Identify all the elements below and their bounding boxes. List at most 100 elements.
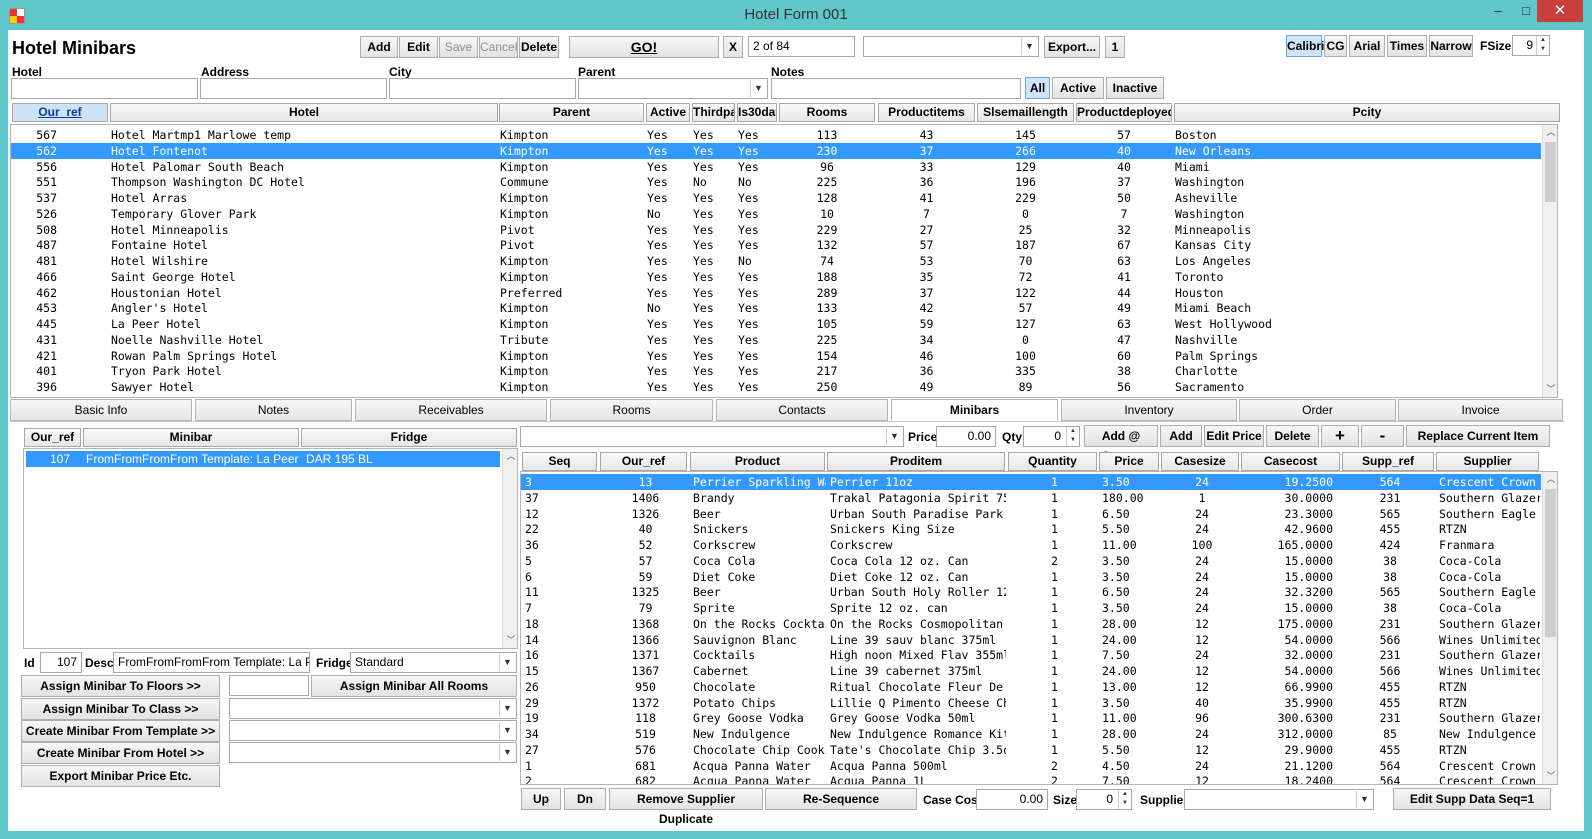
table-row[interactable]: 18 1368 On the Rocks Cocktails On the Rocks… (521, 616, 1541, 632)
table-row[interactable]: 453 Angler's Hotel Kimpton No Yes Yes 133 42 57 4… (11, 300, 1541, 316)
size-stepper[interactable]: 0 ▲ ▼ (1076, 789, 1132, 810)
move-up-button[interactable]: Up (521, 788, 561, 810)
clear-x-button[interactable]: X (723, 36, 743, 58)
item-col-our-ref[interactable]: Our_ref (600, 452, 687, 471)
city-filter-input[interactable] (389, 78, 576, 99)
tab-rooms[interactable]: Rooms (550, 399, 713, 421)
edit-button[interactable]: Edit (399, 36, 438, 58)
table-row[interactable]: 19 118 Grey Goose Vodka Grey Goose Vodka 50… (521, 710, 1541, 726)
font-narrow-button[interactable]: Narrow (1429, 35, 1473, 57)
close-button[interactable]: ✕ (1537, 0, 1583, 22)
table-row[interactable]: 36 52 Corkscrew Corkscrew 1 11.00 100 165.0000 4… (521, 537, 1541, 553)
tab-invoice[interactable]: Invoice (1398, 399, 1563, 421)
table-row[interactable]: 37 1406 Brandy Trakal Patagonia Spirit 750m… (521, 490, 1541, 506)
fridge-select[interactable]: Standard ▼ (350, 652, 517, 673)
notes-filter-input[interactable] (771, 78, 1021, 99)
table-row[interactable]: 445 La Peer Hotel Kimpton Yes Yes Yes 105 59 127… (11, 316, 1541, 332)
assign-floors-input[interactable] (229, 675, 309, 696)
spin-arrows-icon[interactable]: ▲ ▼ (1118, 790, 1131, 809)
minibar-col-our-ref[interactable]: Our_ref (24, 428, 81, 447)
table-row[interactable]: 537 Hotel Arras Kimpton Yes Yes Yes 128 41 229 50… (11, 190, 1541, 206)
table-row[interactable]: 396 Sawyer Hotel Kimpton Yes Yes Yes 250 49 89 56… (11, 379, 1541, 395)
tab-inventory[interactable]: Inventory (1061, 399, 1237, 421)
desc-field[interactable]: FromFromFromFrom Template: La Pe (113, 652, 310, 673)
table-row[interactable]: 11 1325 Beer Urban South Holy Roller 12oz c… (521, 584, 1541, 600)
minus-button[interactable]: - (1361, 425, 1404, 447)
minibar-col-fridge[interactable]: Fridge (301, 428, 517, 447)
remove-supplier-duplicate-button[interactable]: Remove Supplier Duplicate (609, 788, 763, 826)
table-row[interactable]: 7 79 Sprite Sprite 12 oz. can 1 3.50 24 15.0000… (521, 600, 1541, 616)
item-col-price[interactable]: Price (1099, 452, 1159, 471)
table-row[interactable]: 12 1326 Beer Urban South Paradise Park 12 o… (521, 506, 1541, 522)
export-format-select[interactable]: ▼ (863, 36, 1039, 57)
filter-all-button[interactable]: All (1025, 77, 1050, 99)
go-button[interactable]: GO! (569, 36, 719, 58)
tab-contacts[interactable]: Contacts (716, 399, 888, 421)
table-row[interactable]: 487 Fontaine Hotel Pivot Yes Yes Yes 132 57 187 6… (11, 237, 1541, 253)
hotel-source-select[interactable]: ▼ (229, 742, 517, 763)
create-from-template-button[interactable]: Create Minibar From Template >> (21, 720, 220, 742)
case-cost-field[interactable]: 0.00 (976, 789, 1048, 810)
fsize-stepper[interactable]: 9 ▲ ▼ (1512, 35, 1550, 56)
scroll-up-icon[interactable]: ︿ (1543, 125, 1557, 140)
item-col-supp-ref[interactable]: Supp_ref (1342, 452, 1434, 471)
table-row[interactable]: 16 1371 Cocktails High noon Mixed Flav 355m… (521, 647, 1541, 663)
table-row[interactable]: 5 57 Coca Cola Coca Cola 12 oz. Can 2 3.50 24 1… (521, 553, 1541, 569)
item-col-casecost[interactable]: Casecost (1241, 452, 1340, 471)
table-row[interactable]: 1 681 Acqua Panna Water Acqua Panna 500ml 2 4… (521, 758, 1541, 774)
hotel-col-is30day[interactable]: Is30day (737, 103, 777, 122)
minibars-scrollbar[interactable]: ︿ ﹀ (502, 449, 517, 648)
font-calibri-button[interactable]: Calibri (1286, 35, 1324, 57)
table-row[interactable]: 401 Tryon Park Hotel Kimpton Yes Yes Yes 217 36… (11, 363, 1541, 379)
hotel-col-parent[interactable]: Parent (499, 103, 644, 122)
tab-order[interactable]: Order (1239, 399, 1396, 421)
table-row[interactable]: 6 59 Diet Coke Diet Coke 12 oz. Can 1 3.50 24 1… (521, 569, 1541, 585)
table-row[interactable]: 567 Hotel Martmp1 Marlowe temp Kimpton Yes Y… (11, 127, 1541, 143)
table-row[interactable]: 22 40 Snickers Snickers King Size 1 5.50 24 42.… (521, 521, 1541, 537)
hotel-col-rooms[interactable]: Rooms (779, 103, 875, 122)
hotel-col-thirdpar[interactable]: Thirdpar (692, 103, 735, 122)
replace-item-button[interactable]: Replace Current Item (1406, 425, 1550, 447)
assign-class-select[interactable]: ▼ (229, 698, 517, 719)
font-times-button[interactable]: Times (1387, 35, 1427, 57)
add-item-button[interactable]: Add (1160, 425, 1202, 447)
table-row[interactable]: 107 FromFromFromFrom Template: La Peer M D… (26, 451, 500, 467)
item-col-seq[interactable]: Seq (522, 452, 597, 471)
table-row[interactable]: 562 Hotel Fontenot Kimpton Yes Yes Yes 230 37 26… (11, 142, 1541, 159)
spin-arrows-icon[interactable]: ▲ ▼ (1536, 36, 1549, 55)
assign-all-rooms-button[interactable]: Assign Minibar All Rooms (311, 675, 517, 697)
assign-class-button[interactable]: Assign Minibar To Class >> (21, 698, 220, 720)
hotels-grid[interactable]: 567 Hotel Martmp1 Marlowe temp Kimpton Yes Y… (10, 124, 1558, 398)
table-row[interactable]: 27 576 Chocolate Chip Cookies Tate's Chocol… (521, 742, 1541, 758)
filter-active-button[interactable]: Active (1052, 77, 1104, 99)
table-row[interactable]: 526 Temporary Glover Park Kimpton No Yes Yes 1… (11, 206, 1541, 222)
tab-notes[interactable]: Notes (195, 399, 352, 421)
table-row[interactable]: 15 1367 Cabernet Line 39 cabernet 375ml 1 24.… (521, 663, 1541, 679)
table-row[interactable]: 551 Thompson Washington DC Hotel Commune Ye… (11, 174, 1541, 190)
item-col-product[interactable]: Product (690, 452, 825, 471)
hotel-col-slsemaillength[interactable]: Slsemaillength (977, 103, 1074, 122)
price-field[interactable]: 0.00 (936, 426, 996, 447)
add-at-cursor-button[interactable]: Add @ Cursor (1084, 425, 1158, 463)
table-row[interactable]: 26 950 Chocolate Ritual Chocolate Fleur De … (521, 679, 1541, 695)
product-select[interactable]: ▼ (520, 426, 904, 447)
table-row[interactable]: 34 519 New Indulgence New Indulgence Romanc… (521, 726, 1541, 742)
hotel-col-productdeployed[interactable]: Productdeployed (1076, 103, 1172, 122)
qty-stepper[interactable]: 0 ▲ ▼ (1023, 426, 1080, 447)
minimize-button[interactable]: – (1483, 0, 1513, 22)
cancel-button[interactable]: Cancel (479, 36, 518, 58)
edit-supp-data-button[interactable]: Edit Supp Data Seq=1 (1393, 788, 1551, 810)
hotel-col-pcity[interactable]: Pcity (1174, 103, 1560, 122)
edit-price-button[interactable]: Edit Price (1204, 425, 1264, 447)
scroll-thumb[interactable] (1545, 489, 1556, 637)
resequence-button[interactable]: Re-Sequence (765, 788, 917, 810)
hotel-col-active[interactable]: Active (646, 103, 690, 122)
table-row[interactable]: 462 Houstonian Hotel Preferred Yes Yes Yes 289… (11, 285, 1541, 301)
table-row[interactable]: 421 Rowan Palm Springs Hotel Kimpton Yes Yes… (11, 348, 1541, 364)
font-cg-button[interactable]: CG (1324, 35, 1347, 57)
spin-arrows-icon[interactable]: ▲ ▼ (1066, 427, 1079, 446)
hotel-filter-input[interactable] (11, 78, 198, 99)
table-row[interactable]: 466 Saint George Hotel Kimpton Yes Yes Yes 188… (11, 269, 1541, 285)
export-minibar-price-button[interactable]: Export Minibar Price Etc. (21, 765, 220, 787)
scroll-up-icon[interactable]: ︿ (503, 449, 517, 464)
